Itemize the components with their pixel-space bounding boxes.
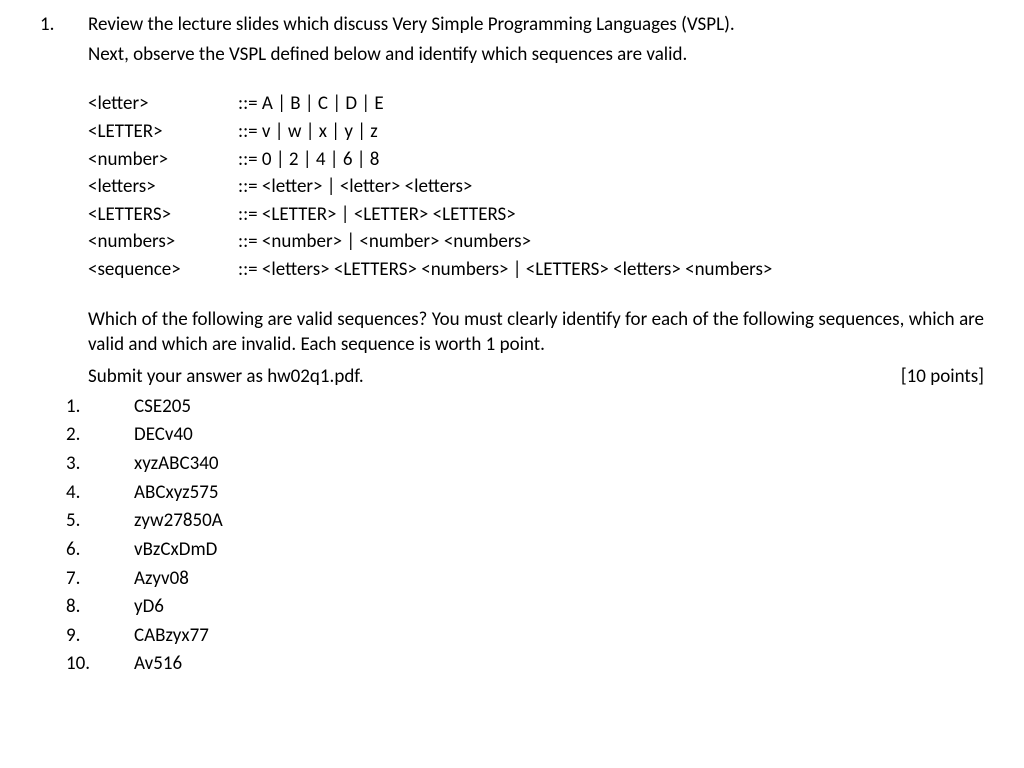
item-number: 7. xyxy=(62,566,116,592)
grammar-rule: <letter> ::= A | B | C | D | E xyxy=(88,91,984,117)
list-item: 9. CABzyx77 xyxy=(62,623,984,649)
item-number: 10. xyxy=(62,651,116,677)
list-item: 6. vBzCxDmD xyxy=(62,537,984,563)
item-value: zyw27850A xyxy=(116,508,984,534)
question-body: Review the lecture slides which discuss … xyxy=(88,12,984,680)
item-value: CSE205 xyxy=(116,394,984,420)
item-value: Azyv08 xyxy=(116,566,984,592)
grammar-block: <letter> ::= A | B | C | D | E <LETTER> … xyxy=(88,91,984,282)
question-row: 1. Review the lecture slides which discu… xyxy=(40,12,984,680)
grammar-rule: <letters> ::= <letter> | <letter> <lette… xyxy=(88,174,984,200)
item-number: 3. xyxy=(62,451,116,477)
list-item: 2. DECv40 xyxy=(62,422,984,448)
list-item: 4. ABCxyz575 xyxy=(62,480,984,506)
grammar-rhs: ::= v | w | x | y | z xyxy=(238,119,984,145)
grammar-lhs: <letters> xyxy=(88,174,238,200)
list-item: 8. yD6 xyxy=(62,594,984,620)
sequence-list: 1. CSE205 2. DECv40 3. xyzABC340 4. ABCx… xyxy=(62,394,984,677)
grammar-lhs: <LETTER> xyxy=(88,119,238,145)
item-number: 5. xyxy=(62,508,116,534)
item-value: vBzCxDmD xyxy=(116,537,984,563)
list-item: 1. CSE205 xyxy=(62,394,984,420)
submit-text: Submit your answer as hw02q1.pdf. xyxy=(88,364,364,390)
item-value: yD6 xyxy=(116,594,984,620)
page: 1. Review the lecture slides which discu… xyxy=(0,0,1024,690)
grammar-lhs: <number> xyxy=(88,147,238,173)
grammar-lhs: <LETTERS> xyxy=(88,202,238,228)
grammar-rule: <number> ::= 0 | 2 | 4 | 6 | 8 xyxy=(88,147,984,173)
grammar-rule: <numbers> ::= <number> | <number> <numbe… xyxy=(88,229,984,255)
item-number: 9. xyxy=(62,623,116,649)
item-number: 4. xyxy=(62,480,116,506)
submit-row: Submit your answer as hw02q1.pdf. [10 po… xyxy=(88,364,984,390)
item-value: ABCxyz575 xyxy=(116,480,984,506)
item-number: 1. xyxy=(62,394,116,420)
item-value: DECv40 xyxy=(116,422,984,448)
intro-line-2: Next, observe the VSPL defined below and… xyxy=(88,42,984,68)
grammar-rhs: ::= <number> | <number> <numbers> xyxy=(238,229,984,255)
grammar-rule: <LETTERS> ::= <LETTER> | <LETTER> <LETTE… xyxy=(88,202,984,228)
list-item: 10. Av516 xyxy=(62,651,984,677)
list-item: 5. zyw27850A xyxy=(62,508,984,534)
list-item: 7. Azyv08 xyxy=(62,566,984,592)
grammar-lhs: <sequence> xyxy=(88,257,238,283)
grammar-lhs: <letter> xyxy=(88,91,238,117)
grammar-rhs: ::= <letter> | <letter> <letters> xyxy=(238,174,984,200)
list-item: 3. xyzABC340 xyxy=(62,451,984,477)
grammar-rule: <sequence> ::= <letters> <LETTERS> <numb… xyxy=(88,257,984,283)
instructions-text: Which of the following are valid sequenc… xyxy=(88,307,984,358)
grammar-lhs: <numbers> xyxy=(88,229,238,255)
intro-text: Review the lecture slides which discuss … xyxy=(88,12,984,67)
grammar-rhs: ::= 0 | 2 | 4 | 6 | 8 xyxy=(238,147,984,173)
grammar-rhs: ::= <LETTER> | <LETTER> <LETTERS> xyxy=(238,202,984,228)
grammar-rule: <LETTER> ::= v | w | x | y | z xyxy=(88,119,984,145)
question-number: 1. xyxy=(40,12,88,38)
item-value: CABzyx77 xyxy=(116,623,984,649)
item-number: 8. xyxy=(62,594,116,620)
item-value: Av516 xyxy=(116,651,984,677)
item-number: 2. xyxy=(62,422,116,448)
item-value: xyzABC340 xyxy=(116,451,984,477)
grammar-rhs: ::= <letters> <LETTERS> <numbers> | <LET… xyxy=(238,257,984,283)
item-number: 6. xyxy=(62,537,116,563)
grammar-rhs: ::= A | B | C | D | E xyxy=(238,91,984,117)
points-text: [10 points] xyxy=(901,364,984,390)
intro-line-1: Review the lecture slides which discuss … xyxy=(88,12,984,38)
